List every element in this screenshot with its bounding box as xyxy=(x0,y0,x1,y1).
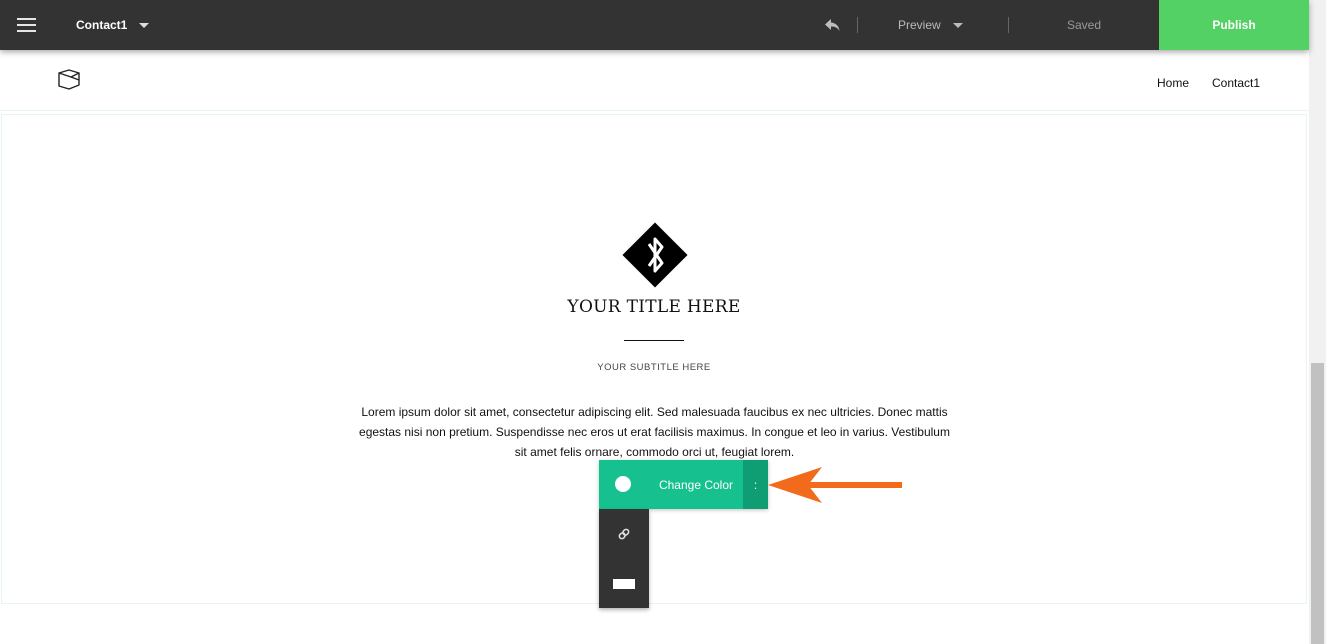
change-color-button[interactable]: Change Color xyxy=(649,460,743,509)
preview-label: Preview xyxy=(898,18,941,32)
toolbar-divider xyxy=(1008,17,1009,33)
title-divider xyxy=(624,340,684,341)
preview-button[interactable]: Preview xyxy=(898,0,963,50)
page-selector-label: Contact1 xyxy=(76,18,128,32)
saved-status: Saved xyxy=(1067,18,1102,32)
annotation-arrow-icon xyxy=(768,466,902,504)
site-header: Home Contact1 xyxy=(0,50,1309,111)
chevron-down-icon xyxy=(139,22,150,28)
link-icon[interactable] xyxy=(616,526,632,542)
editor-toolbar: Contact1 Preview Saved Publish xyxy=(0,0,1309,50)
nav-link-home[interactable]: Home xyxy=(1157,76,1189,90)
content-section[interactable] xyxy=(1,114,1307,604)
bluetooth-diamond-icon[interactable] xyxy=(616,216,694,294)
toolbar-divider xyxy=(857,17,858,33)
publish-button[interactable]: Publish xyxy=(1159,0,1309,50)
block-edit-toolbar: Change Color : xyxy=(599,460,768,509)
block-icon[interactable] xyxy=(613,579,635,589)
site-logo-icon[interactable] xyxy=(57,69,81,91)
page-selector[interactable]: Contact1 xyxy=(76,0,150,50)
color-swatch-icon[interactable] xyxy=(615,476,631,492)
vertical-scrollbar[interactable] xyxy=(1309,0,1326,644)
nav-link-contact1[interactable]: Contact1 xyxy=(1212,76,1260,90)
scrollbar-thumb[interactable] xyxy=(1311,363,1324,644)
chevron-down-icon xyxy=(952,22,963,28)
more-options-button[interactable]: : xyxy=(743,460,768,509)
undo-icon[interactable] xyxy=(822,15,842,35)
block-side-tools xyxy=(599,509,649,608)
section-subtitle[interactable]: YOUR SUBTITLE HERE xyxy=(454,362,854,373)
section-title[interactable]: YOUR TITLE HERE xyxy=(454,297,854,317)
hamburger-menu-icon[interactable] xyxy=(17,16,37,34)
section-body-text[interactable]: Lorem ipsum dolor sit amet, consectetur … xyxy=(354,402,955,462)
